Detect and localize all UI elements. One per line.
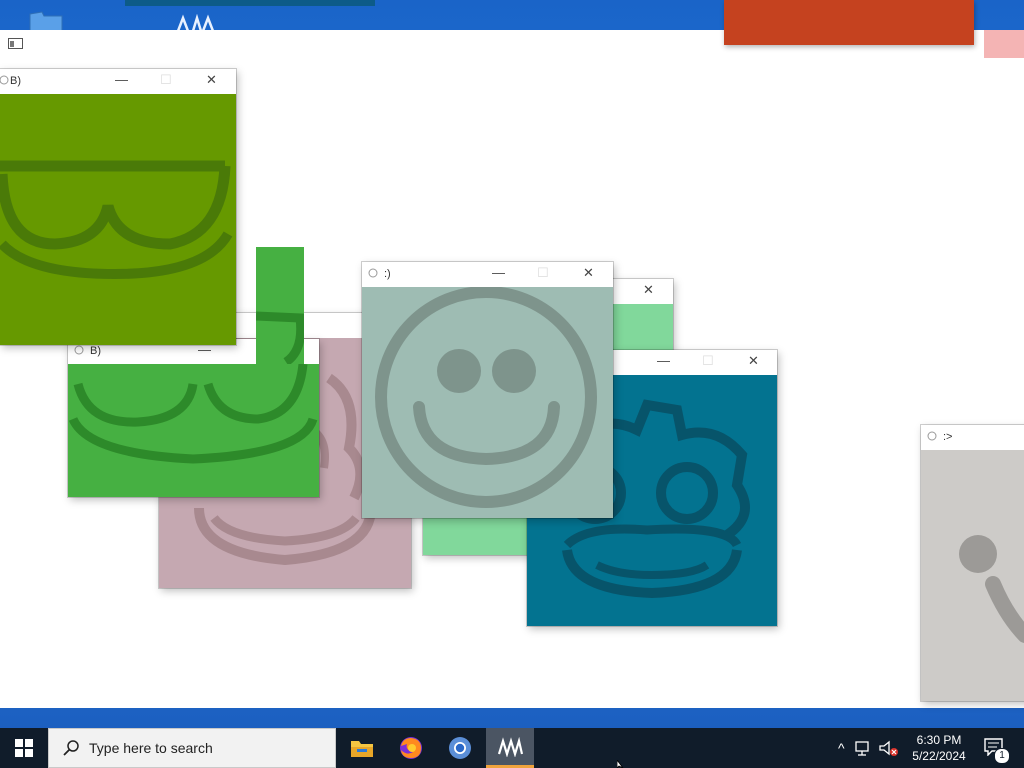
taskbar-clock[interactable]: 6:30 PM 5/22/2024 [900,732,978,764]
desktop: ✕ B) — B) — ☐ ✕ — ☐ ✕:) — ☐ ✕:> [0,0,1024,728]
red-window-fragment[interactable] [724,0,974,45]
background-window-edge [125,0,375,6]
app-icon [74,345,84,355]
firefox-icon [400,737,422,759]
maximize-button[interactable]: ☐ [537,265,549,281]
taskbar: Type here to search ^ 6:30 PM 5/22/2024 … [0,728,1024,768]
start-button[interactable] [0,728,48,768]
sunglasses-face-image [0,94,236,345]
taskbar-search-box[interactable]: Type here to search [48,728,336,768]
chevron-up-icon[interactable]: ^ [838,740,845,756]
green-fragment-stroke [256,311,304,364]
system-tray: ^ [838,728,899,768]
close-button[interactable]: ✕ [206,72,217,88]
window-gray[interactable]: :> [921,425,1024,701]
windows-logo-icon [15,739,33,757]
search-placeholder: Type here to search [89,740,213,756]
taskbar-godot-app[interactable] [486,728,534,768]
close-button[interactable]: ✕ [643,282,654,298]
mouse-cursor-icon [617,760,624,768]
volume-muted-icon[interactable] [878,740,899,756]
search-icon [63,740,79,756]
window-app-icon [8,38,23,49]
notification-badge: 1 [994,748,1010,764]
window-smile[interactable]: :) — ☐ ✕ [362,262,613,518]
minimize-button[interactable]: — [492,265,505,280]
notification-center-button[interactable]: 1 [980,728,1024,768]
app-icon [368,268,378,278]
close-button[interactable]: ✕ [748,353,759,369]
window-title: :> [943,431,953,443]
gray-face-image [921,450,1024,701]
window-title: B) [10,75,21,87]
taskbar-file-explorer[interactable] [338,728,386,768]
close-button-hover-fragment[interactable] [984,30,1024,58]
taskbar-firefox[interactable] [387,728,435,768]
close-button[interactable]: ✕ [583,265,594,281]
network-icon[interactable] [854,740,873,756]
clock-time: 6:30 PM [916,733,962,747]
godot-app-icon [497,736,523,757]
window-sunglasses[interactable]: B) — ☐ ✕ [0,69,236,345]
clock-date: 5/22/2024 [912,749,966,763]
chromium-icon [449,737,471,759]
window-gray-titlebar[interactable]: :> [921,425,1024,450]
window-smile-titlebar[interactable]: :) — ☐ ✕ [362,262,613,287]
folder-desktop-icon[interactable] [28,10,64,32]
window-sunglasses-titlebar[interactable]: B) — ☐ ✕ [0,69,236,94]
minimize-button[interactable]: — [657,353,670,368]
folder-icon [351,741,373,757]
smiley-face-image [362,287,613,518]
window-title: :) [384,268,391,280]
maximize-button[interactable]: ☐ [702,353,714,369]
app-icon [927,431,937,441]
minimize-button[interactable]: — [115,72,128,87]
window-title: B) [90,345,101,357]
green-sunglasses-image [68,364,319,497]
taskbar-chromium[interactable] [436,728,484,768]
app-icon [0,75,9,85]
maximize-button[interactable]: ☐ [160,72,172,88]
